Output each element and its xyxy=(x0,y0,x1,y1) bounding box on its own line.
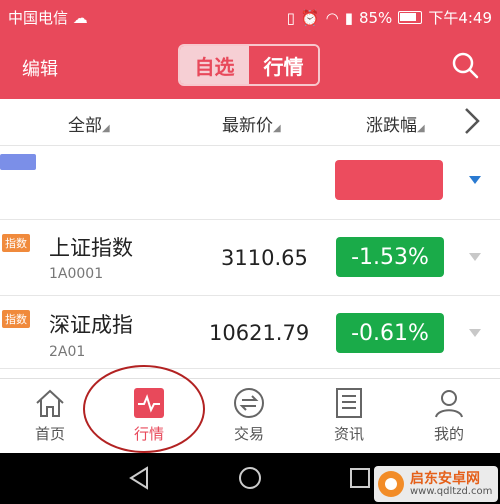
stock-price: 3110.65 xyxy=(221,246,308,270)
status-bar-left: 中国电信 ☁ xyxy=(8,7,88,28)
annotation-circle xyxy=(83,365,205,453)
news-icon xyxy=(336,388,362,418)
carrier-label: 中国电信 xyxy=(8,9,69,27)
tab-news[interactable]: 资讯 xyxy=(309,386,389,444)
tab-selected-stocks[interactable]: 自选 xyxy=(180,46,249,84)
stock-price: 10621.79 xyxy=(209,321,310,345)
tab-news-label: 资讯 xyxy=(333,425,364,443)
sort-caret-icon: ◢ xyxy=(273,123,281,134)
dropdown-triangle-icon[interactable] xyxy=(469,176,481,184)
tab-market[interactable]: 行情 xyxy=(249,46,318,84)
recents-icon[interactable] xyxy=(349,467,371,489)
battery-percent: 85% xyxy=(358,8,393,27)
stock-code: 1A0001 xyxy=(49,266,104,282)
alarm-icon: ⏰ xyxy=(300,8,320,27)
status-bar-right: ▯ ⏰ ◠ ▮ 85% 下午4:49 xyxy=(287,7,492,28)
group-change-pill xyxy=(335,160,443,200)
clock-time: 下午4:49 xyxy=(428,9,492,27)
tab-home[interactable]: 首页 xyxy=(10,386,90,444)
stock-name: 上证指数 xyxy=(49,236,133,260)
home-circle-icon[interactable] xyxy=(238,466,262,490)
tab-mine[interactable]: 我的 xyxy=(409,386,489,444)
index-badge: 指数 xyxy=(2,234,30,252)
signal-icon: ▮ xyxy=(344,8,353,27)
tab-trade-label: 交易 xyxy=(233,425,264,443)
column-change-label: 涨跌幅 xyxy=(366,116,417,136)
change-pill: -0.61% xyxy=(336,313,444,353)
watermark-title: 启东安卓网 xyxy=(410,471,480,487)
column-change-pct[interactable]: 涨跌幅◢ xyxy=(366,111,425,136)
watermark: 启东安卓网 www.qdltzd.com xyxy=(374,466,498,502)
tab-mine-label: 我的 xyxy=(433,425,464,443)
edit-button[interactable]: 编辑 xyxy=(22,55,58,81)
index-badge: 指数 xyxy=(2,310,30,328)
trade-exchange-icon xyxy=(234,388,264,418)
change-value: -1.53% xyxy=(351,244,429,270)
column-price-label: 最新价 xyxy=(222,116,273,136)
back-icon[interactable] xyxy=(128,466,150,490)
column-all[interactable]: 全部◢ xyxy=(68,111,110,136)
home-icon xyxy=(36,389,64,417)
column-all-label: 全部 xyxy=(68,116,102,136)
change-value: -0.61% xyxy=(351,320,429,346)
sort-caret-icon: ◢ xyxy=(102,123,110,134)
stock-code: 2A01 xyxy=(49,344,86,360)
stock-name: 深证成指 xyxy=(49,313,133,337)
chevron-right-icon[interactable] xyxy=(458,106,488,136)
watermark-logo-icon xyxy=(378,471,404,497)
vibrate-icon: ▯ xyxy=(286,8,295,27)
row-dropdown-icon[interactable] xyxy=(469,329,481,337)
sort-caret-icon: ◢ xyxy=(417,123,425,134)
watermark-url: www.qdltzd.com xyxy=(410,486,493,497)
cloud-icon: ☁ xyxy=(72,9,88,27)
row-dropdown-icon[interactable] xyxy=(469,253,481,261)
group-color-tag xyxy=(0,154,36,170)
tab-trade[interactable]: 交易 xyxy=(209,386,289,444)
change-pill: -1.53% xyxy=(336,237,444,277)
tab-home-label: 首页 xyxy=(34,425,65,443)
battery-icon xyxy=(398,11,423,24)
column-latest-price[interactable]: 最新价◢ xyxy=(222,111,281,136)
tab-switcher: 自选 行情 xyxy=(178,44,320,86)
user-icon xyxy=(435,390,463,418)
search-icon[interactable] xyxy=(450,50,480,80)
wifi-icon: ◠ xyxy=(325,8,339,27)
